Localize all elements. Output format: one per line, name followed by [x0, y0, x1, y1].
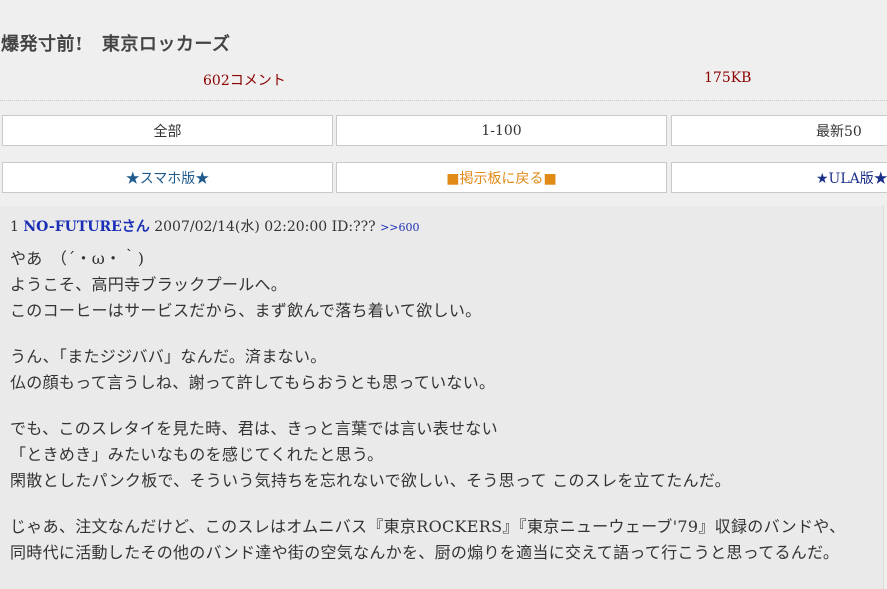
paragraph: じゃあ、注文なんだけど、このスレはオムニバス『東京ROCKERS』『東京ニューウ…	[10, 514, 845, 566]
post-date: 2007/02/14(水) 02:20:00 ID:???	[154, 219, 376, 235]
text-line: うん、「またジジババ」なんだ。済まない。	[10, 347, 327, 366]
all-button[interactable]: 全部	[2, 115, 333, 146]
paragraph: やあ （´・ω・｀) ようこそ、高円寺ブラックプールへ。 このコーヒーはサービス…	[10, 246, 845, 324]
thread-size: 175KB	[704, 70, 752, 86]
text-line: 同時代に活動したその他のバンド達や街の空気なんかを、厨の煽りを適当に交えて語って…	[10, 543, 840, 562]
latest-50-button[interactable]: 最新50	[671, 115, 887, 146]
post-body: やあ （´・ω・｀) ようこそ、高円寺ブラックプールへ。 このコーヒーはサービス…	[10, 246, 845, 586]
range-1-100-button[interactable]: 1-100	[336, 115, 667, 146]
ula-version-button[interactable]: ★ULA版★	[671, 162, 887, 193]
text-line: じゃあ、注文なんだけど、このスレはオムニバス『東京ROCKERS』『東京ニューウ…	[10, 517, 846, 536]
reply-link[interactable]: >>600	[380, 221, 419, 234]
poster-name[interactable]: NO-FUTUREさん	[23, 219, 149, 235]
post-header: 1 NO-FUTUREさん 2007/02/14(水) 02:20:00 ID:…	[10, 216, 420, 236]
text-line: 閑散としたパンク板で、そういう気持ちを忘れないで欲しい、そう思って このスレを立…	[10, 471, 731, 490]
text-line: ようこそ、高円寺ブラックプールへ。	[10, 275, 288, 294]
text-line: やあ （´・ω・｀)	[10, 249, 145, 268]
divider	[0, 100, 887, 101]
back-to-board-button[interactable]: ■掲示板に戻る■	[336, 162, 667, 193]
thread-title: 爆発寸前! 東京ロッカーズ	[1, 34, 231, 55]
paragraph: でも、このスレタイを見た時、君は、きっと言葉では言い表せない 「ときめき」みたい…	[10, 416, 845, 494]
post-number: 1	[10, 219, 19, 235]
smartphone-version-button[interactable]: ★スマホ版★	[2, 162, 333, 193]
text-line: このコーヒーはサービスだから、まず飲んで落ち着いて欲しい。	[10, 301, 482, 320]
text-line: 仏の顔もって言うしね、謝って許してもらおうとも思っていない。	[10, 373, 496, 392]
paragraph: うん、「またジジババ」なんだ。済まない。 仏の顔もって言うしね、謝って許してもら…	[10, 344, 845, 396]
text-line: 「ときめき」みたいなものを感じてくれたと思う。	[10, 445, 384, 464]
post-1: 1 NO-FUTUREさん 2007/02/14(水) 02:20:00 ID:…	[0, 206, 884, 589]
text-line: でも、このスレタイを見た時、君は、きっと言葉では言い表せない	[10, 419, 498, 438]
comment-count: 602コメント	[203, 73, 286, 89]
